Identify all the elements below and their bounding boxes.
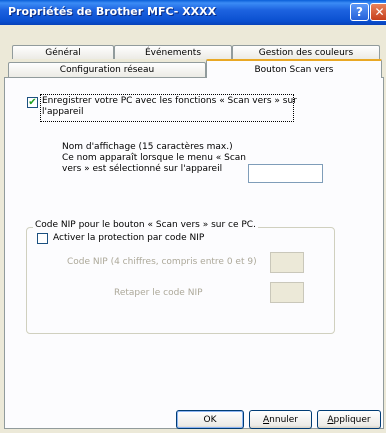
checkmark-icon: ✔: [28, 97, 37, 108]
tab-scan-to-button[interactable]: Bouton Scan vers: [206, 59, 382, 78]
tab-label: Événements: [144, 47, 202, 58]
display-name-label-line3: vers » est sélectionné sur l'appareil: [62, 164, 223, 174]
ok-button[interactable]: OK: [176, 410, 244, 429]
display-name-label-line2: Ce nom apparaît lorsque le menu « Scan: [62, 153, 247, 163]
pin-protection-checkbox[interactable]: [37, 233, 48, 244]
cancel-button[interactable]: Annuler: [249, 410, 312, 429]
apply-label: Appliquer: [327, 414, 371, 425]
apply-button[interactable]: Appliquer: [317, 410, 381, 429]
tab-label: Général: [45, 47, 81, 58]
pin-code-input[interactable]: [270, 252, 304, 273]
pin-protection-label: Activer la protection par code NIP: [53, 233, 205, 243]
tab-color-management[interactable]: Gestion des couleurs: [232, 45, 380, 59]
display-name-input[interactable]: [248, 164, 323, 183]
tab-label: Bouton Scan vers: [254, 64, 334, 75]
retype-pin-input[interactable]: [270, 282, 304, 303]
display-name-label-line1: Nom d'affichage (15 caractères max.): [62, 142, 233, 152]
tab-network-configuration[interactable]: Configuration réseau: [8, 62, 206, 77]
pin-group-legend: Code NIP pour le bouton « Scan vers » su…: [33, 220, 258, 230]
help-button[interactable]: ?: [350, 3, 369, 21]
pin-groupbox: [26, 227, 335, 334]
close-button[interactable]: ✕: [370, 3, 386, 21]
pin-code-label: Code NIP (4 chiffres, compris entre 0 et…: [67, 257, 257, 267]
help-icon: ?: [356, 5, 363, 19]
register-pc-label-line1: Enregistrer votre PC avec les fonctions …: [42, 96, 297, 106]
tab-general[interactable]: Général: [12, 45, 114, 59]
window-title: Propriétés de Brother MFC- XXXX: [8, 5, 217, 18]
title-bar[interactable]: Propriétés de Brother MFC- XXXX ? ✕: [0, 0, 386, 25]
register-pc-checkbox[interactable]: ✔: [27, 97, 38, 108]
tab-label: Gestion des couleurs: [258, 47, 354, 58]
close-icon: ✕: [374, 5, 385, 19]
properties-dialog: Propriétés de Brother MFC- XXXX ? ✕ Géné…: [0, 0, 386, 433]
tab-label: Configuration réseau: [59, 65, 155, 75]
register-pc-label-line2: l'appareil: [42, 107, 84, 117]
cancel-label: Annuler: [262, 414, 299, 425]
ok-label: OK: [203, 414, 217, 425]
tab-events[interactable]: Événements: [114, 45, 232, 59]
retype-pin-label: Retaper le code NIP: [114, 288, 203, 298]
